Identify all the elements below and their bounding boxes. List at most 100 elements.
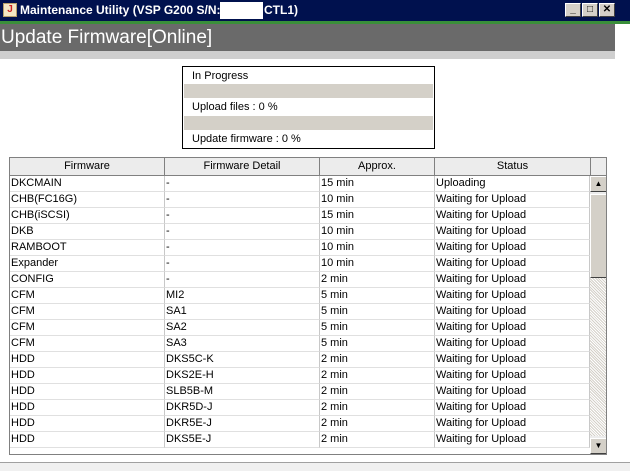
cell-firmware: CFM bbox=[10, 304, 165, 320]
column-header-status[interactable]: Status bbox=[435, 158, 591, 176]
cell-firmware-detail: DKR5E-J bbox=[165, 416, 320, 432]
cell-status: Waiting for Upload bbox=[435, 400, 590, 416]
table-row[interactable]: CFM SA1 5 min Waiting for Upload bbox=[10, 304, 590, 320]
table-row[interactable]: Expander -10 min Waiting for Upload bbox=[10, 256, 590, 272]
cell-status: Waiting for Upload bbox=[435, 352, 590, 368]
upload-progress-label: Upload files : 0 % bbox=[192, 101, 278, 113]
cell-firmware-detail: - bbox=[165, 272, 320, 288]
minimize-button[interactable]: _ bbox=[565, 3, 581, 17]
table-row[interactable]: HDD DKS5E-J 2 min Waiting for Upload bbox=[10, 432, 590, 448]
restore-button[interactable]: □ bbox=[582, 3, 598, 17]
cell-approx: 2 min bbox=[320, 368, 435, 384]
cell-approx: 2 min bbox=[320, 400, 435, 416]
close-button[interactable]: ✕ bbox=[599, 3, 615, 17]
cell-status: Waiting for Upload bbox=[435, 416, 590, 432]
cell-firmware: CFM bbox=[10, 320, 165, 336]
cell-status: Waiting for Upload bbox=[435, 336, 590, 352]
table-row[interactable]: CFM SA2 5 min Waiting for Upload bbox=[10, 320, 590, 336]
table-row[interactable]: HDD DKS5C-K 2 min Waiting for Upload bbox=[10, 352, 590, 368]
cell-firmware-detail: - bbox=[165, 240, 320, 256]
cell-firmware-detail: DKR5D-J bbox=[165, 400, 320, 416]
cell-firmware-detail: - bbox=[165, 224, 320, 240]
cell-approx: 15 min bbox=[320, 208, 435, 224]
java-app-icon: J bbox=[3, 3, 17, 17]
table-row[interactable]: CFM MI2 5 min Waiting for Upload bbox=[10, 288, 590, 304]
cell-firmware: HDD bbox=[10, 432, 165, 448]
table-row[interactable]: DKCMAIN -15 min Uploading bbox=[10, 176, 590, 192]
table-row[interactable]: HDD DKS2E-H 2 min Waiting for Upload bbox=[10, 368, 590, 384]
cell-approx: 2 min bbox=[320, 352, 435, 368]
cell-approx: 10 min bbox=[320, 224, 435, 240]
column-header-firmware[interactable]: Firmware bbox=[10, 158, 165, 176]
cell-status: Waiting for Upload bbox=[435, 432, 590, 448]
column-header-firmware-detail[interactable]: Firmware Detail bbox=[165, 158, 320, 176]
cell-approx: 2 min bbox=[320, 384, 435, 400]
cell-firmware: HDD bbox=[10, 368, 165, 384]
cell-status: Waiting for Upload bbox=[435, 224, 590, 240]
cell-firmware: CFM bbox=[10, 336, 165, 352]
cell-firmware-detail: - bbox=[165, 256, 320, 272]
cell-firmware: HDD bbox=[10, 416, 165, 432]
cell-approx: 5 min bbox=[320, 320, 435, 336]
table-row[interactable]: HDD DKR5E-J 2 min Waiting for Upload bbox=[10, 416, 590, 432]
cell-firmware-detail: DKS2E-H bbox=[165, 368, 320, 384]
cell-firmware: CFM bbox=[10, 288, 165, 304]
table-row[interactable]: HDD DKR5D-J 2 min Waiting for Upload bbox=[10, 400, 590, 416]
cell-status: Waiting for Upload bbox=[435, 320, 590, 336]
cell-firmware: CHB(FC16G) bbox=[10, 192, 165, 208]
cell-status: Waiting for Upload bbox=[435, 272, 590, 288]
cell-approx: 10 min bbox=[320, 256, 435, 272]
cell-approx: 10 min bbox=[320, 192, 435, 208]
scroll-down-arrow-icon[interactable]: ▼ bbox=[590, 438, 606, 454]
table-header: Firmware Firmware Detail Approx. Status bbox=[10, 158, 606, 176]
progress-panel: In Progress Upload files : 0 % Update fi… bbox=[182, 66, 435, 149]
cell-firmware: RAMBOOT bbox=[10, 240, 165, 256]
cell-firmware-detail: SA2 bbox=[165, 320, 320, 336]
cell-firmware: DKB bbox=[10, 224, 165, 240]
vertical-scrollbar[interactable]: ▲ ▼ bbox=[590, 176, 606, 454]
cell-firmware: CHB(iSCSI) bbox=[10, 208, 165, 224]
table-row[interactable]: RAMBOOT -10 min Waiting for Upload bbox=[10, 240, 590, 256]
cell-firmware-detail: - bbox=[165, 192, 320, 208]
window-bottom-edge bbox=[0, 462, 630, 471]
cell-firmware: HDD bbox=[10, 384, 165, 400]
firmware-progress-label: Update firmware : 0 % bbox=[192, 133, 301, 145]
table-row[interactable]: CONFIG -2 min Waiting for Upload bbox=[10, 272, 590, 288]
scroll-up-arrow-icon[interactable]: ▲ bbox=[590, 176, 606, 192]
cell-status: Waiting for Upload bbox=[435, 256, 590, 272]
firmware-table[interactable]: Firmware Firmware Detail Approx. Status … bbox=[9, 157, 607, 455]
header-corner bbox=[591, 158, 606, 176]
cell-firmware: CONFIG bbox=[10, 272, 165, 288]
firmware-progress-bar bbox=[184, 116, 433, 130]
cell-approx: 5 min bbox=[320, 304, 435, 320]
cell-firmware-detail: MI2 bbox=[165, 288, 320, 304]
window-title-prefix: Maintenance Utility (VSP G200 S/N: bbox=[20, 3, 221, 17]
table-row[interactable]: CHB(FC16G) -10 min Waiting for Upload bbox=[10, 192, 590, 208]
cell-firmware-detail: - bbox=[165, 176, 320, 192]
table-row[interactable]: CFM SA3 5 min Waiting for Upload bbox=[10, 336, 590, 352]
cell-firmware-detail: - bbox=[165, 208, 320, 224]
cell-status: Waiting for Upload bbox=[435, 304, 590, 320]
cell-approx: 2 min bbox=[320, 272, 435, 288]
cell-firmware: Expander bbox=[10, 256, 165, 272]
cell-approx: 2 min bbox=[320, 416, 435, 432]
upload-progress-bar bbox=[184, 84, 433, 98]
cell-status: Waiting for Upload bbox=[435, 384, 590, 400]
cell-firmware-detail: DKS5C-K bbox=[165, 352, 320, 368]
page-title: Update Firmware[Online] bbox=[0, 24, 615, 51]
column-header-approx[interactable]: Approx. bbox=[320, 158, 435, 176]
cell-approx: 5 min bbox=[320, 336, 435, 352]
cell-firmware-detail: SA1 bbox=[165, 304, 320, 320]
window-title-suffix: CTL1) bbox=[264, 3, 298, 17]
cell-firmware: DKCMAIN bbox=[10, 176, 165, 192]
table-row[interactable]: CHB(iSCSI) -15 min Waiting for Upload bbox=[10, 208, 590, 224]
redacted-serial-mask bbox=[220, 2, 263, 19]
scrollbar-thumb[interactable] bbox=[590, 194, 606, 278]
cell-firmware: HDD bbox=[10, 352, 165, 368]
window-titlebar[interactable]: J Maintenance Utility (VSP G200 S/N: CTL… bbox=[0, 0, 630, 21]
cell-status: Waiting for Upload bbox=[435, 288, 590, 304]
table-row[interactable]: HDD SLB5B-M 2 min Waiting for Upload bbox=[10, 384, 590, 400]
table-row[interactable]: DKB -10 min Waiting for Upload bbox=[10, 224, 590, 240]
cell-firmware-detail: SLB5B-M bbox=[165, 384, 320, 400]
scrollbar-track[interactable] bbox=[590, 278, 606, 436]
